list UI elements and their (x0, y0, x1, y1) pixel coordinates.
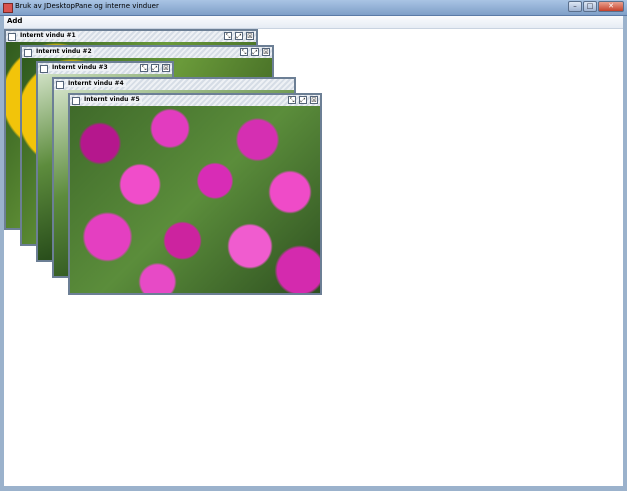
window-bottom-border (4, 486, 623, 491)
petunia-photo (70, 106, 320, 293)
frame-icon (8, 33, 16, 41)
internal-frame-title: Internt vindu #4 (66, 80, 126, 87)
maximize-icon[interactable]: ⤢ (251, 48, 259, 56)
close-icon[interactable]: ☒ (246, 32, 254, 40)
close-icon[interactable]: ☒ (162, 64, 170, 72)
close-icon[interactable]: ☒ (310, 96, 318, 104)
frame-icon (24, 49, 32, 57)
iconify-icon[interactable]: ⤡ (224, 32, 232, 40)
desktop-pane: Internt vindu #1 ⤡ ⤢ ☒ Internt vindu #2 … (4, 29, 623, 486)
iconify-icon[interactable]: ⤡ (240, 48, 248, 56)
maximize-button[interactable]: □ (583, 1, 597, 12)
minimize-button[interactable]: – (568, 1, 582, 12)
menu-add[interactable]: Add (7, 17, 22, 25)
internal-frame-5[interactable]: Internt vindu #5 ⤡ ⤢ ☒ (68, 93, 322, 295)
menu-bar: Add (4, 16, 623, 29)
os-title-bar: Bruk av JDesktopPane og interne vinduer … (0, 0, 627, 16)
frame-icon (72, 97, 80, 105)
maximize-icon[interactable]: ⤢ (299, 96, 307, 104)
internal-frame-title: Internt vindu #2 (34, 48, 94, 55)
internal-frame-title: Internt vindu #1 (18, 32, 78, 39)
frame-icon (40, 65, 48, 73)
close-button[interactable]: ✕ (598, 1, 624, 12)
internal-frame-title: Internt vindu #5 (82, 96, 142, 103)
maximize-icon[interactable]: ⤢ (235, 32, 243, 40)
frame-icon (56, 81, 64, 89)
window-title: Bruk av JDesktopPane og interne vinduer (15, 2, 159, 10)
iconify-icon[interactable]: ⤡ (288, 96, 296, 104)
internal-frame-title: Internt vindu #3 (50, 64, 110, 71)
close-icon[interactable]: ☒ (262, 48, 270, 56)
iconify-icon[interactable]: ⤡ (140, 64, 148, 72)
maximize-icon[interactable]: ⤢ (151, 64, 159, 72)
java-app-icon (3, 3, 13, 13)
